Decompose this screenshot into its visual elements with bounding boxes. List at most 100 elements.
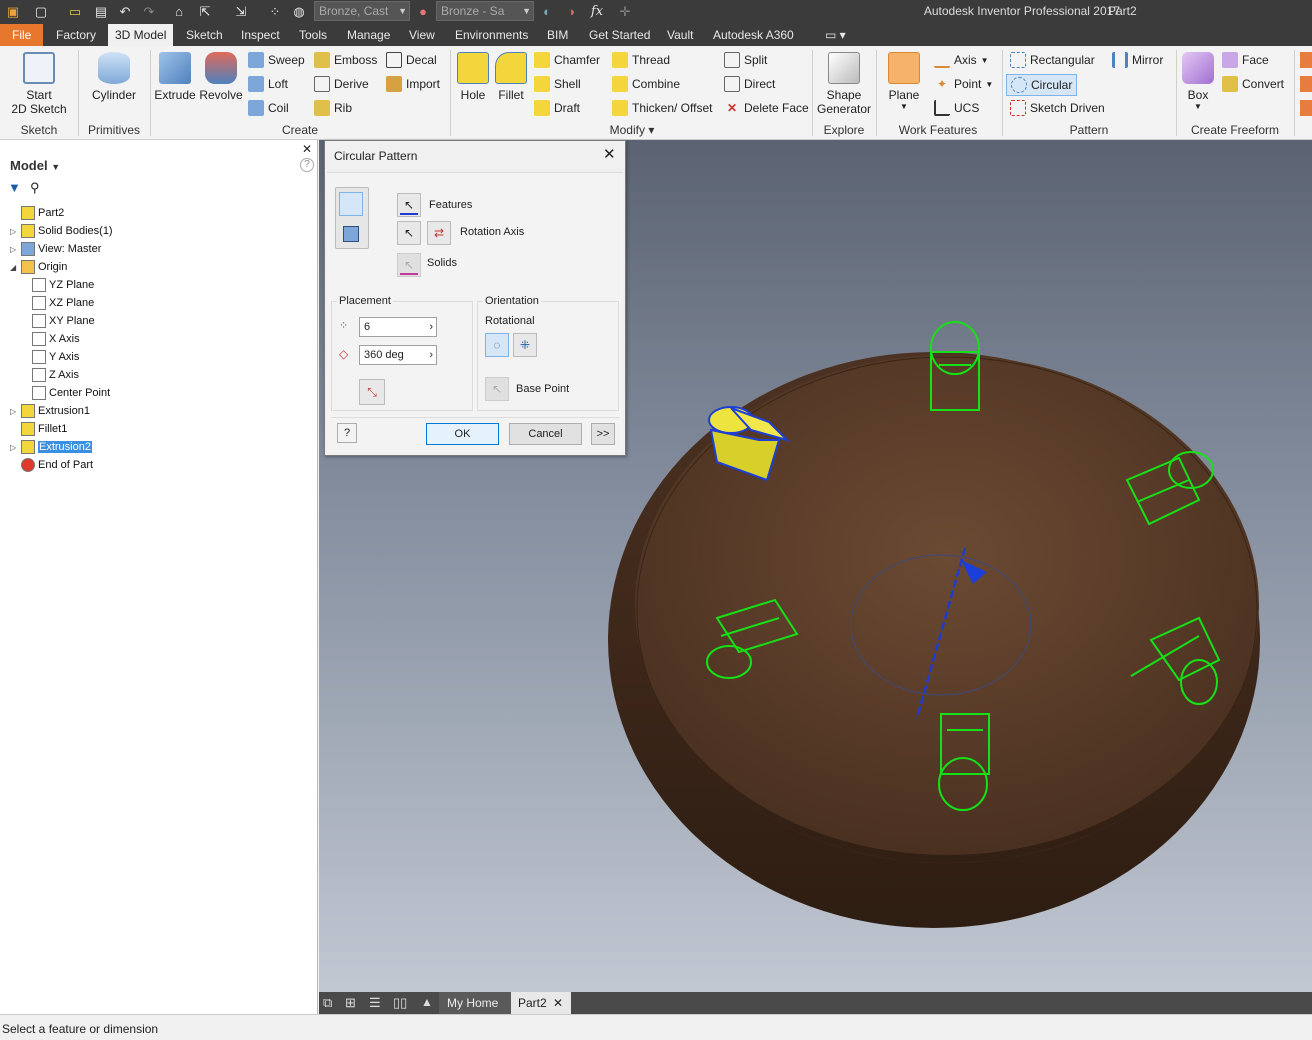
tree-item[interactable]: ▷ View: Master [10,242,101,256]
shell-button[interactable]: Shell [534,76,581,92]
app-menu-icon[interactable]: ▣ [4,3,22,21]
cascade-icon[interactable]: ⧉ [323,995,332,1011]
convert-button[interactable]: Convert [1222,76,1284,92]
tab-my-home[interactable]: My Home [439,992,511,1014]
expand-icon[interactable]: ▷ [10,227,18,236]
chevron-right-icon[interactable]: › [429,318,433,336]
tab-tools[interactable]: Tools [292,24,334,46]
derive-button[interactable]: Derive [314,76,369,92]
angle-input[interactable]: 360 deg › [359,345,437,365]
tab-sketch[interactable]: Sketch [179,24,230,46]
fit-spacing-button[interactable]: ⤡ [359,379,385,405]
more-options-button[interactable]: >> [591,423,615,445]
revolve-button[interactable]: Revolve [198,52,244,102]
tree-item[interactable]: ▷ Extrusion2 [10,440,92,454]
point-button[interactable]: ✦ Point ▼ [934,76,993,92]
rib-button[interactable]: Rib [314,100,352,116]
tab-3d-model[interactable]: 3D Model [108,24,174,46]
tree-item[interactable]: Center Point [32,386,110,400]
import-button[interactable]: Import [386,76,440,92]
tree-item[interactable]: YZ Plane [32,278,94,292]
overflow-icon[interactable] [1300,100,1312,116]
decal-button[interactable]: Decal [386,52,437,68]
panel-options-icon[interactable]: ▭ ▾ [818,24,853,46]
tree-item[interactable]: Z Axis [32,368,79,382]
arrange-vertical-icon[interactable]: ▯▯ [393,995,407,1011]
tile-icon[interactable]: ⊞ [345,995,356,1011]
select-icon[interactable]: ⇲ [232,3,250,21]
tab-inspect[interactable]: Inspect [234,24,287,46]
flip-axis-button[interactable]: ⇄ [427,221,451,245]
save-icon[interactable]: ▤ [92,3,110,21]
tree-item[interactable]: Part2 [10,206,64,220]
search-icon[interactable]: ⚲ [30,180,40,196]
tree-item[interactable]: XY Plane [32,314,95,328]
chevron-up-icon[interactable]: ▲ [421,995,433,1009]
help-button[interactable]: ? [337,423,357,443]
chevron-right-icon[interactable]: › [429,346,433,364]
cancel-button[interactable]: Cancel [509,423,582,445]
rectangular-pattern-button[interactable]: Rectangular [1010,52,1095,68]
open-folder-icon[interactable]: ▭ [66,3,84,21]
expand-icon[interactable]: ▷ [10,245,18,254]
tab-view[interactable]: View [402,24,442,46]
start-2d-sketch-button[interactable]: Start 2D Sketch [8,52,70,116]
tree-item[interactable]: XZ Plane [32,296,94,310]
shape-generator-button[interactable]: Shape Generator [816,52,872,116]
measure-icon[interactable]: ✛ [616,3,634,21]
tab-file[interactable]: File [0,24,44,46]
thicken-offset-button[interactable]: Thicken/ Offset [612,100,712,116]
tree-item[interactable]: ◢ Origin [10,260,67,274]
expand-icon[interactable]: ▷ [10,407,18,416]
combine-button[interactable]: Combine [612,76,680,92]
fixed-button[interactable]: ⁜ [513,333,537,357]
plane-button[interactable]: Plane ▼ [882,52,926,111]
hole-button[interactable]: Hole [454,52,492,102]
solids-select-button[interactable]: ↖ [397,253,421,277]
tab-autodesk-a360[interactable]: Autodesk A360 [706,24,801,46]
clear-icon[interactable]: ◑ [562,3,580,21]
direct-button[interactable]: Direct [724,76,775,92]
sketch-driven-pattern-button[interactable]: Sketch Driven [1010,100,1105,116]
sweep-button[interactable]: Sweep [248,52,305,68]
extrude-button[interactable]: Extrude [154,52,196,102]
expand-icon[interactable]: ▷ [10,443,18,452]
split-button[interactable]: Split [724,52,767,68]
thread-button[interactable]: Thread [612,52,670,68]
overflow-icon[interactable] [1300,76,1312,92]
appearance-dropdown[interactable]: Bronze - Sa ▼ [436,1,534,21]
overflow-icon[interactable] [1300,52,1312,68]
close-icon[interactable]: ✕ [302,142,312,156]
close-icon[interactable]: ✕ [603,145,616,163]
axis-button[interactable]: Axis ▼ [934,52,989,68]
fillet-button[interactable]: Fillet [494,52,528,102]
close-icon[interactable]: ✕ [553,992,563,1014]
tree-item[interactable]: End of Part [10,458,93,472]
group-modify[interactable]: Modify ▾ [454,123,810,137]
help-icon[interactable]: ? [300,158,314,172]
emboss-button[interactable]: Emboss [314,52,377,68]
filter-icon[interactable]: ▼ [8,180,21,195]
home-icon[interactable]: ⌂ [170,3,188,21]
mirror-button[interactable]: Mirror [1112,52,1163,68]
delete-face-button[interactable]: ✕ Delete Face [724,100,809,116]
browser-title[interactable]: Model ▼ [10,158,60,173]
tab-get-started[interactable]: Get Started [582,24,657,46]
tree-item[interactable]: ▷ Extrusion1 [10,404,90,418]
redo-icon[interactable]: ↷ [140,3,158,21]
draft-button[interactable]: Draft [534,100,580,116]
axis-select-button[interactable]: ↖ [397,221,421,245]
tab-vault[interactable]: Vault [660,24,700,46]
box-button[interactable]: Box ▼ [1180,52,1216,111]
tree-item[interactable]: Fillet1 [10,422,67,436]
chamfer-button[interactable]: Chamfer [534,52,600,68]
features-select-button[interactable]: ↖ [397,193,421,217]
count-input[interactable]: 6 › [359,317,437,337]
loft-button[interactable]: Loft [248,76,288,92]
circular-pattern-button[interactable]: Circular [1006,74,1078,96]
new-file-icon[interactable]: ▢ [32,3,50,21]
tab-factory[interactable]: Factory [49,24,103,46]
pattern-features-mode-icon[interactable] [339,192,363,216]
base-point-button[interactable]: ↖ [485,377,509,401]
tree-item[interactable]: Y Axis [32,350,79,364]
